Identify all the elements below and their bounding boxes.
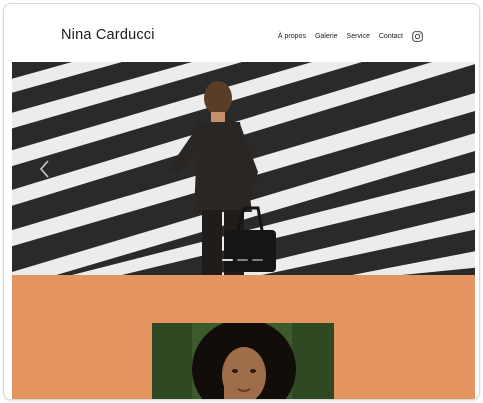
brand-name[interactable]: Nina Carducci (61, 27, 155, 43)
site-header: Nina Carducci À propos Galerie Service C… (4, 4, 479, 62)
instagram-icon[interactable] (412, 31, 423, 42)
nav-link-contact[interactable]: Contact (379, 33, 403, 40)
portrait-image (152, 323, 334, 399)
nav-link-galerie[interactable]: Galerie (315, 33, 338, 40)
carousel-indicator-1[interactable] (222, 259, 233, 261)
carousel-indicator-2[interactable] (237, 259, 248, 261)
main-nav: À propos Galerie Service Contact (278, 31, 423, 42)
browser-window: Nina Carducci À propos Galerie Service C… (3, 3, 480, 400)
hero-image (12, 62, 475, 275)
chevron-left-icon[interactable] (38, 158, 52, 180)
carousel-indicators (222, 259, 263, 261)
nav-link-a-propos[interactable]: À propos (278, 33, 306, 40)
carousel-indicator-3[interactable] (252, 259, 263, 261)
hero-carousel[interactable] (12, 62, 475, 275)
about-section (12, 275, 475, 399)
nav-link-service[interactable]: Service (347, 33, 370, 40)
